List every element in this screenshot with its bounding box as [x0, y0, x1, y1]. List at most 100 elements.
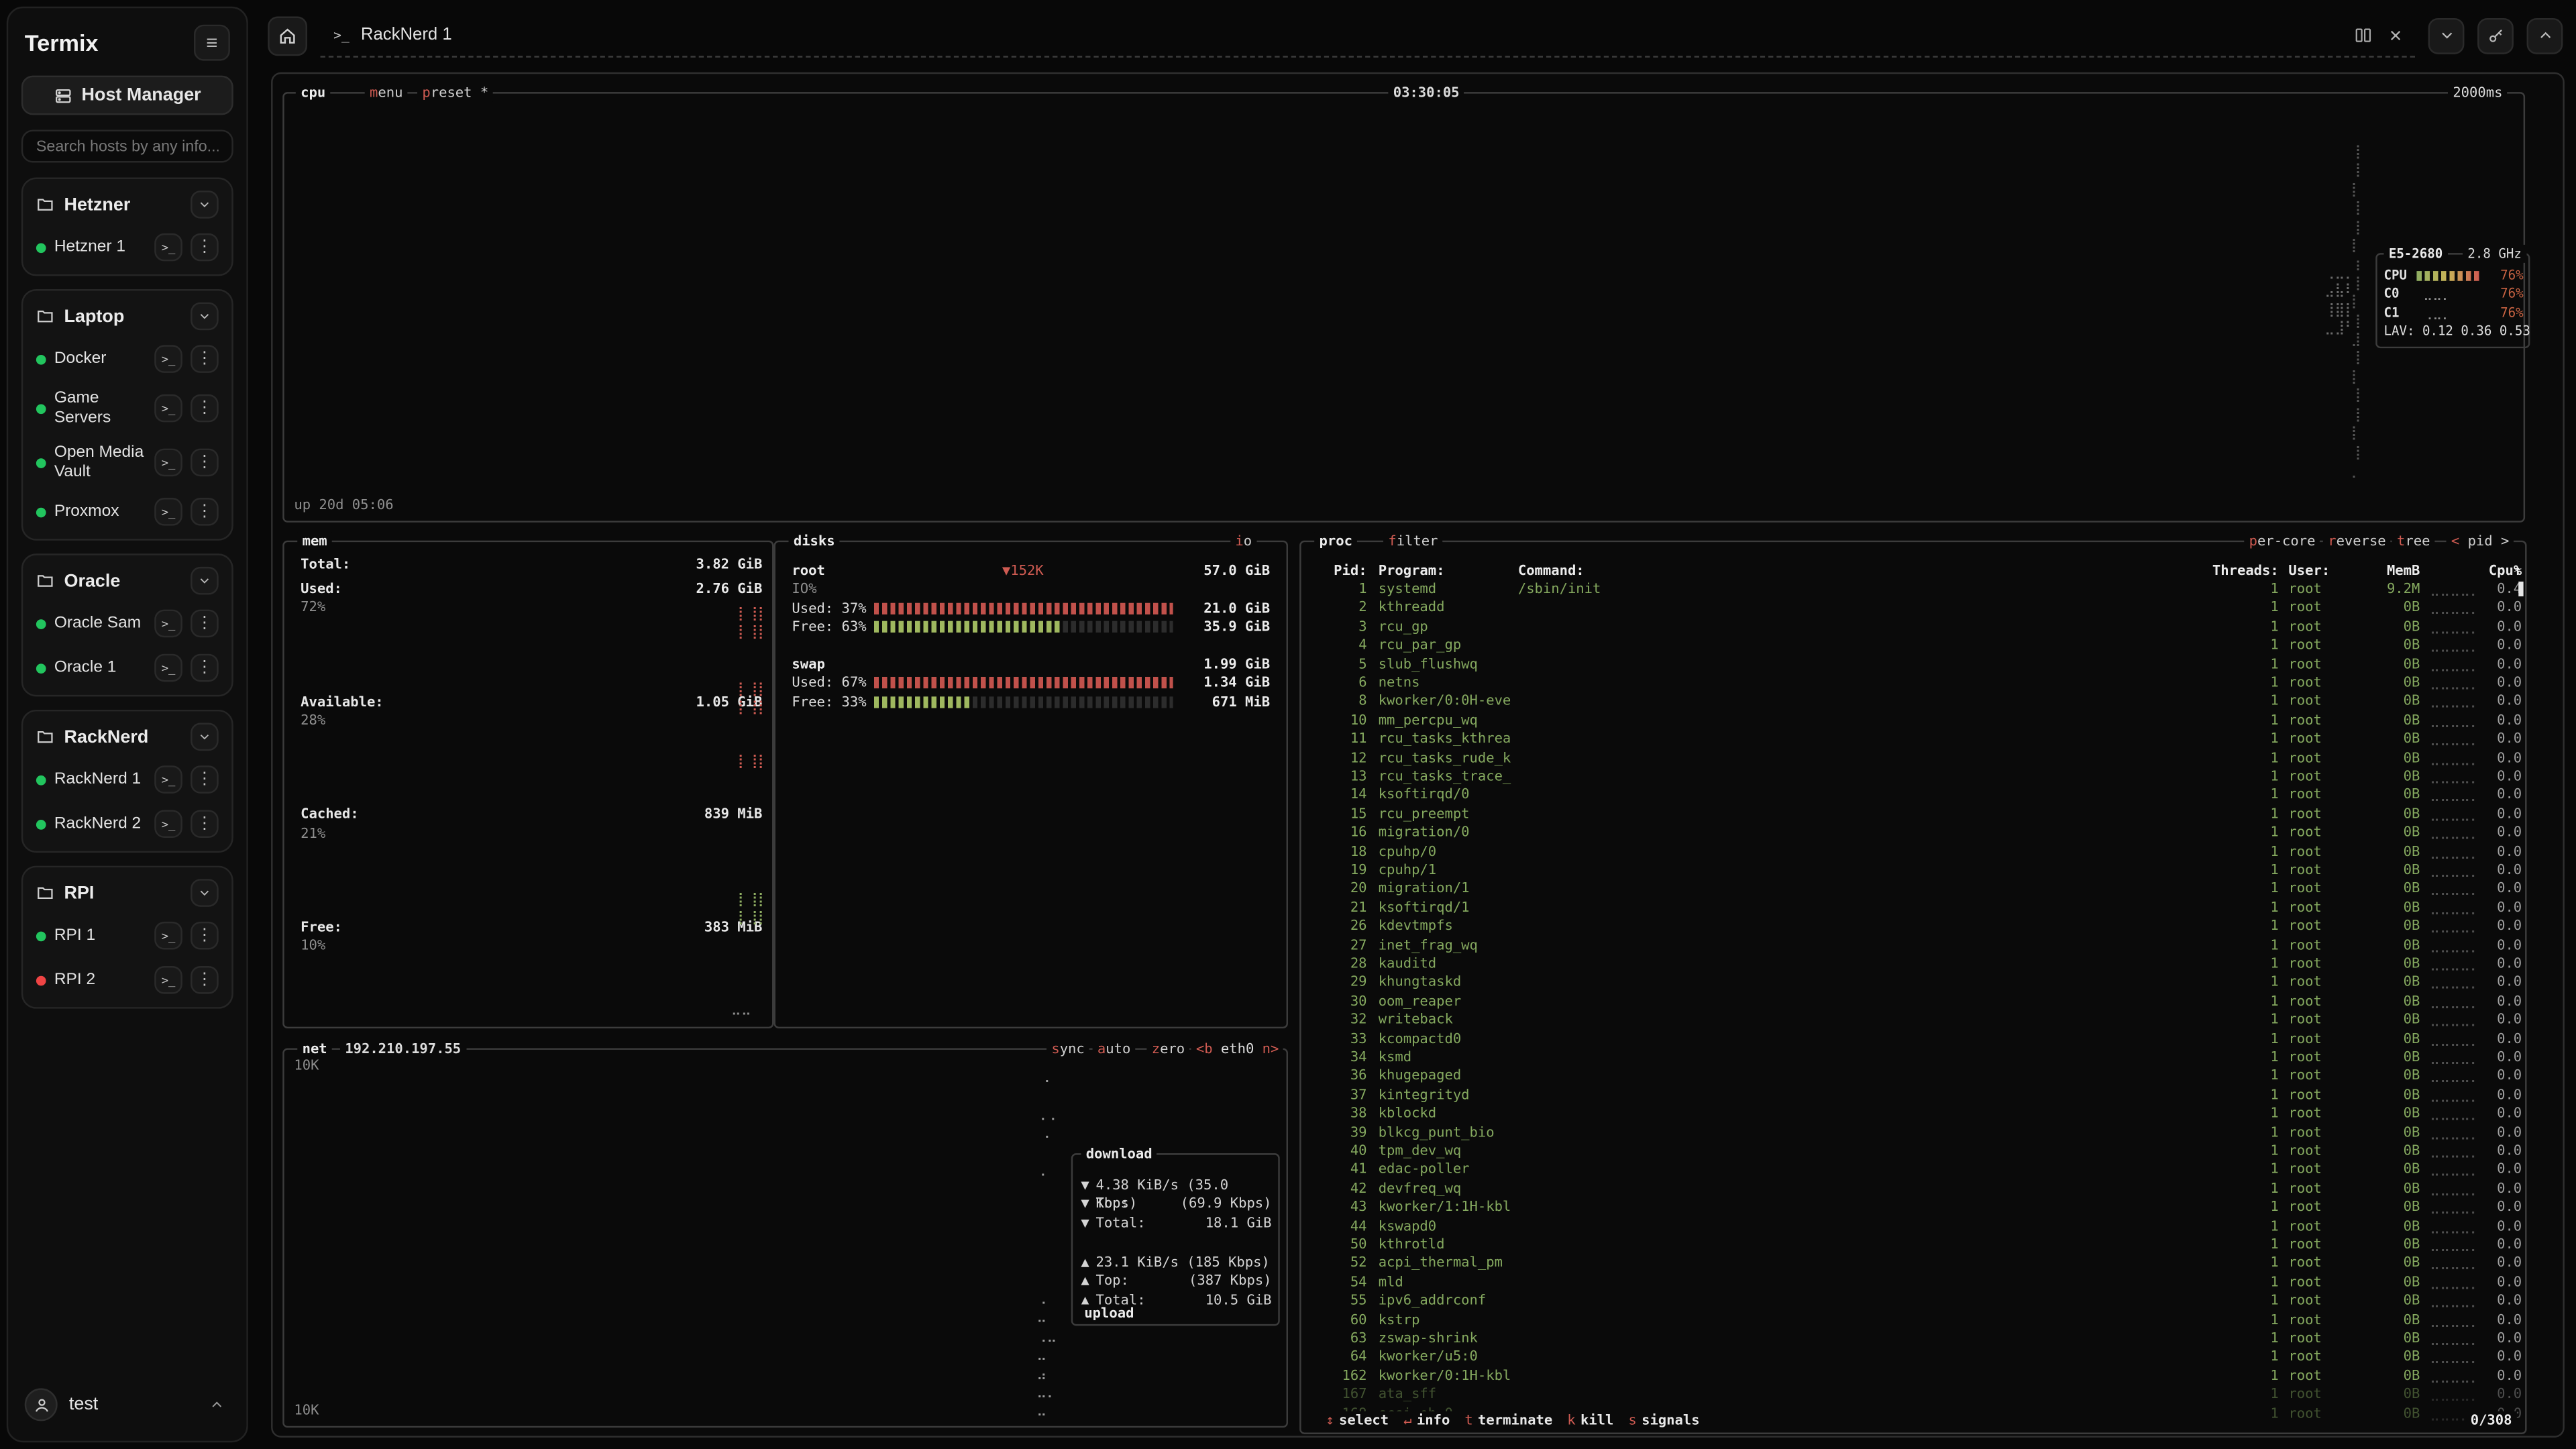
process-row[interactable]: 1 systemd /sbin/init 1 root 9.2M ⣀⣀⣀⣀⡀ 0…	[1301, 580, 2525, 598]
host-menu-button[interactable]: ⋮	[191, 394, 219, 423]
process-row[interactable]: 21 ksoftirqd/1 1 root 0B ⣀⣀⣀⣀⡀ 0.0	[1301, 898, 2525, 917]
group-collapse-button[interactable]	[191, 879, 219, 907]
disks-io-toggle[interactable]: io	[1230, 532, 1256, 551]
process-row[interactable]: 32 writeback 1 root 0B ⣀⣀⣀⣀⡀ 0.0	[1301, 1011, 2525, 1030]
process-row[interactable]: 44 kswapd0 1 root 0B ⣀⣀⣀⣀⡀ 0.0	[1301, 1217, 2525, 1236]
process-row[interactable]: 60 kstrp 1 root 0B ⣀⣀⣀⣀⡀ 0.0	[1301, 1310, 2525, 1329]
process-row[interactable]: 18 cpuhp/0 1 root 0B ⣀⣀⣀⣀⡀ 0.0	[1301, 842, 2525, 861]
host-terminal-button[interactable]: >_	[154, 810, 182, 838]
group-collapse-button[interactable]	[191, 723, 219, 751]
host-item[interactable]: Oracle 1 >_ ⋮	[28, 645, 227, 690]
process-row[interactable]: 8 kworker/0:0H-eve 1 root 0B ⣀⣀⣀⣀⡀ 0.0	[1301, 692, 2525, 711]
process-row[interactable]: 19 cpuhp/1 1 root 0B ⣀⣀⣀⣀⡀ 0.0	[1301, 861, 2525, 879]
process-row[interactable]: 38 kblockd 1 root 0B ⣀⣀⣀⣀⡀ 0.0	[1301, 1104, 2525, 1123]
iface-next-key[interactable]: n>	[1254, 1040, 1279, 1056]
process-row[interactable]: 12 rcu_tasks_rude_k 1 root 0B ⣀⣀⣀⣀⡀ 0.0	[1301, 749, 2525, 767]
process-row[interactable]: 34 ksmd 1 root 0B ⣀⣀⣀⣀⡀ 0.0	[1301, 1048, 2525, 1067]
host-terminal-button[interactable]: >_	[154, 610, 182, 638]
proc-footer-kill[interactable]: kkill	[1567, 1411, 1613, 1430]
host-item[interactable]: Docker >_ ⋮	[28, 337, 227, 381]
ssh-key-button[interactable]	[2477, 17, 2514, 54]
cpu-menu-button[interactable]: menu	[365, 84, 408, 103]
proc-reverse-button[interactable]: reverse	[2323, 532, 2391, 551]
process-row[interactable]: 167 ata_sff 1 root 0B ⣀⣀⣀⣀⡀ 0.0	[1301, 1385, 2525, 1404]
net-auto-button[interactable]: auto	[1093, 1040, 1136, 1059]
process-row[interactable]: 33 kcompactd0 1 root 0B ⣀⣀⣀⣀⡀ 0.0	[1301, 1030, 2525, 1049]
host-terminal-button[interactable]: >_	[154, 966, 182, 994]
group-collapse-button[interactable]	[191, 567, 219, 595]
process-row[interactable]: 6 netns 1 root 0B ⣀⣀⣀⣀⡀ 0.0	[1301, 674, 2525, 692]
host-item[interactable]: RPI 2 >_ ⋮	[28, 958, 227, 1002]
process-row[interactable]: 14 ksoftirqd/0 1 root 0B ⣀⣀⣀⣀⡀ 0.0	[1301, 786, 2525, 805]
process-row[interactable]: 64 kworker/u5:0 1 root 0B ⣀⣀⣀⣀⡀ 0.0	[1301, 1348, 2525, 1366]
process-row[interactable]: 2 kthreadd 1 root 0B ⣀⣀⣀⣀⡀ 0.0	[1301, 598, 2525, 617]
process-row[interactable]: 36 khugepaged 1 root 0B ⣀⣀⣀⣀⡀ 0.0	[1301, 1067, 2525, 1085]
process-row[interactable]: 20 migration/1 1 root 0B ⣀⣀⣀⣀⡀ 0.0	[1301, 879, 2525, 898]
update-interval[interactable]: 2000ms	[2448, 84, 2508, 103]
host-menu-button[interactable]: ⋮	[191, 233, 219, 262]
header-mem[interactable]: MemB	[2305, 562, 2420, 581]
process-row[interactable]: 37 kintegrityd 1 root 0B ⣀⣀⣀⣀⡀ 0.0	[1301, 1085, 2525, 1104]
host-terminal-button[interactable]: >_	[154, 922, 182, 950]
proc-filter-button[interactable]: filter	[1383, 532, 1443, 551]
host-menu-button[interactable]: ⋮	[191, 810, 219, 838]
host-menu-button[interactable]: ⋮	[191, 449, 219, 477]
process-row[interactable]: 40 tpm_dev_wq 1 root 0B ⣀⣀⣀⣀⡀ 0.0	[1301, 1142, 2525, 1161]
host-terminal-button[interactable]: >_	[154, 233, 182, 262]
host-menu-button[interactable]: ⋮	[191, 498, 219, 526]
process-row[interactable]: 55 ipv6_addrconf 1 root 0B ⣀⣀⣀⣀⡀ 0.0	[1301, 1291, 2525, 1310]
proc-footer-signals[interactable]: ssignals	[1628, 1411, 1699, 1430]
process-row[interactable]: 4 rcu_par_gp 1 root 0B ⣀⣀⣀⣀⡀ 0.0	[1301, 636, 2525, 655]
host-group-header[interactable]: Hetzner	[28, 184, 227, 225]
split-view-icon[interactable]	[2355, 25, 2373, 44]
host-terminal-button[interactable]: >_	[154, 345, 182, 373]
host-menu-button[interactable]: ⋮	[191, 654, 219, 682]
process-row[interactable]: 30 oom_reaper 1 root 0B ⣀⣀⣀⣀⡀ 0.0	[1301, 992, 2525, 1011]
home-button[interactable]	[268, 15, 307, 55]
host-item[interactable]: RPI 1 >_ ⋮	[28, 914, 227, 958]
process-row[interactable]: 43 kworker/1:1H-kbl 1 root 0B ⣀⣀⣀⣀⡀ 0.0	[1301, 1198, 2525, 1217]
search-input[interactable]	[21, 129, 233, 162]
process-row[interactable]: 39 blkcg_punt_bio 1 root 0B ⣀⣀⣀⣀⡀ 0.0	[1301, 1123, 2525, 1142]
process-row[interactable]: 162 kworker/0:1H-kbl 1 root 0B ⣀⣀⣀⣀⡀ 0.0	[1301, 1366, 2525, 1385]
host-terminal-button[interactable]: >_	[154, 765, 182, 794]
header-threads[interactable]: Threads:	[2196, 562, 2278, 581]
host-terminal-button[interactable]: >_	[154, 498, 182, 526]
group-collapse-button[interactable]	[191, 191, 219, 219]
host-terminal-button[interactable]: >_	[154, 449, 182, 477]
host-group-header[interactable]: Oracle	[28, 560, 227, 601]
process-row[interactable]: 63 zswap-shrink 1 root 0B ⣀⣀⣀⣀⡀ 0.0	[1301, 1329, 2525, 1348]
host-manager-button[interactable]: Host Manager	[21, 76, 233, 115]
user-footer[interactable]: test	[21, 1385, 233, 1424]
tab-close-icon[interactable]: ×	[2390, 24, 2402, 46]
process-row[interactable]: 5 slub_flushwq 1 root 0B ⣀⣀⣀⣀⡀ 0.0	[1301, 655, 2525, 674]
tab-racknerd-1[interactable]: >_ RackNerd 1 ×	[321, 14, 2415, 57]
process-row[interactable]: 52 acpi_thermal_pm 1 root 0B ⣀⣀⣀⣀⡀ 0.0	[1301, 1254, 2525, 1273]
host-item[interactable]: Hetzner 1 >_ ⋮	[28, 225, 227, 270]
cpu-preset-button[interactable]: preset *	[417, 84, 493, 103]
process-row[interactable]: 3 rcu_gp 1 root 0B ⣀⣀⣀⣀⡀ 0.0	[1301, 617, 2525, 636]
host-menu-button[interactable]: ⋮	[191, 922, 219, 950]
process-row[interactable]: 41 edac-poller 1 root 0B ⣀⣀⣀⣀⡀ 0.0	[1301, 1161, 2525, 1179]
host-item[interactable]: RackNerd 1 >_ ⋮	[28, 757, 227, 802]
header-program[interactable]: Program:	[1379, 562, 1445, 581]
proc-percore-button[interactable]: per-core	[2244, 532, 2320, 551]
process-row[interactable]: 42 devfreq_wq 1 root 0B ⣀⣀⣀⣀⡀ 0.0	[1301, 1179, 2525, 1198]
process-row[interactable]: 15 rcu_preempt 1 root 0B ⣀⣀⣀⣀⡀ 0.0	[1301, 805, 2525, 824]
net-interface-selector[interactable]: <b eth0 n>	[1191, 1040, 1284, 1059]
process-row[interactable]: 11 rcu_tasks_kthrea 1 root 0B ⣀⣀⣀⣀⡀ 0.0	[1301, 730, 2525, 749]
group-collapse-button[interactable]	[191, 303, 219, 331]
host-group-header[interactable]: Laptop	[28, 296, 227, 337]
host-item[interactable]: Proxmox >_ ⋮	[28, 490, 227, 534]
process-row[interactable]: 29 khungtaskd 1 root 0B ⣀⣀⣀⣀⡀ 0.0	[1301, 973, 2525, 992]
process-row[interactable]: 13 rcu_tasks_trace_ 1 root 0B ⣀⣀⣀⣀⡀ 0.0	[1301, 767, 2525, 786]
process-table-header[interactable]: Pid: Program: Command: Threads: User: Me…	[1301, 562, 2525, 581]
proc-tree-button[interactable]: tree	[2392, 532, 2435, 551]
net-sync-button[interactable]: sync	[1046, 1040, 1089, 1059]
host-group-header[interactable]: RackNerd	[28, 716, 227, 757]
process-row[interactable]: 26 kdevtmpfs 1 root 0B ⣀⣀⣀⣀⡀ 0.0	[1301, 917, 2525, 936]
host-menu-button[interactable]: ⋮	[191, 966, 219, 994]
proc-footer-info[interactable]: ↵info	[1403, 1411, 1450, 1430]
net-zero-button[interactable]: zero	[1146, 1040, 1189, 1059]
proc-footer-select[interactable]: ↕select	[1326, 1411, 1389, 1430]
